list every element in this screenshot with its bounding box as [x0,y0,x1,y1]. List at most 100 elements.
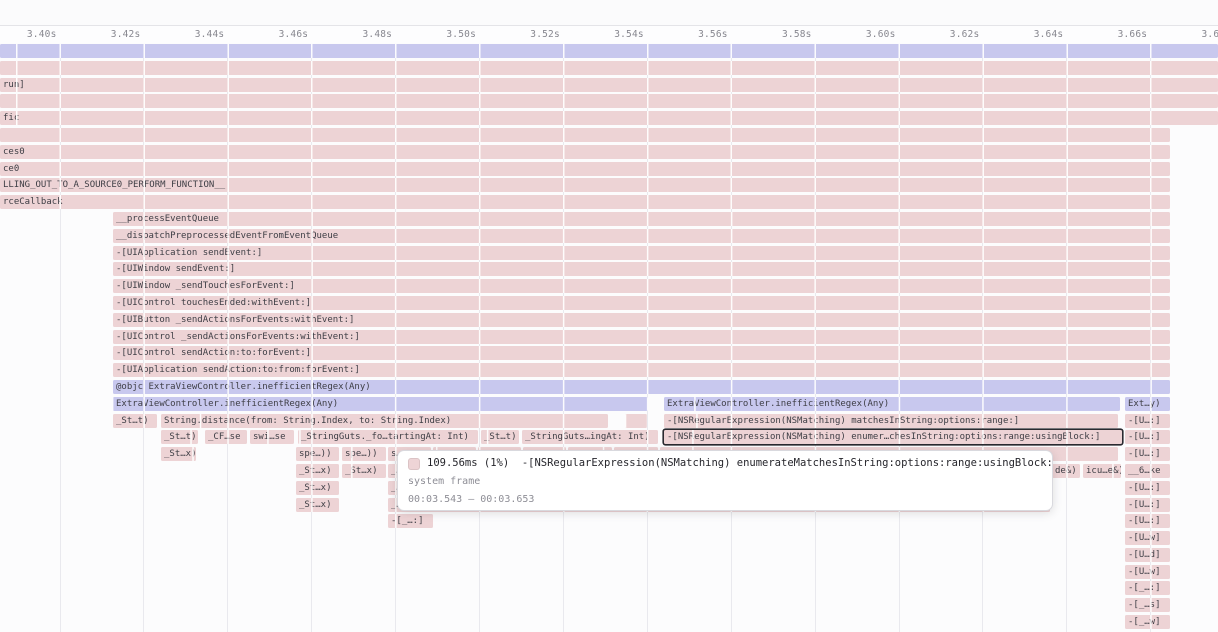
flame-cell[interactable]: -[UIWindow _sendTouchesForEvent:] [113,279,1170,293]
flame-cell-selected[interactable]: -[NSRegularExpression(NSMatching) enumer… [664,430,1122,444]
flame-cell-label: -[_…w] [1125,615,1170,629]
flame-cell[interactable]: _StringGuts…ingAt: Int) [522,430,658,444]
flame-cell-label: -[NSRegularExpression(NSMatching) enumer… [664,430,1122,444]
flame-cell-label: ExtraViewController.inefficientRegex(Any… [664,397,1120,411]
flame-cell[interactable]: -[U…:] [1125,498,1170,512]
flame-cell[interactable]: -[U…:] [1125,430,1170,444]
flame-cell[interactable]: -[UIControl touchesEnded:withEvent:] [113,296,1170,310]
flame-cell[interactable]: -[U…:] [1125,414,1170,428]
flame-cell[interactable]: _St…t) [481,430,519,444]
flame-cell-label: String.distance(from: String.Index, to: … [161,414,608,428]
flame-cell[interactable]: __6…ke [1125,464,1170,478]
flame-cell[interactable]: -[U…d] [1125,548,1170,562]
flame-cell[interactable]: _StringGuts._fo…tartingAt: Int) [298,430,478,444]
flame-cell-label: -[UIWindow sendEvent:] [113,262,1170,276]
flame-cell-label: -[_…:] [388,514,433,528]
flame-cell[interactable] [0,44,1218,58]
flame-cell-label: _St…x) [161,447,196,461]
flame-cell[interactable]: ExtraViewController.inefficientRegex(Any… [113,397,648,411]
flame-cell[interactable]: _St…x) [161,447,196,461]
flame-cell[interactable] [625,414,647,428]
flame-cell[interactable]: -[U…:] [1125,447,1170,461]
flame-cell[interactable]: ce0 [0,162,1170,176]
time-tick-label: 3.44s [164,29,224,41]
flame-cell-label: _St…x) [296,498,339,512]
flame-cell[interactable] [0,128,1170,142]
gridline-overlay [0,61,1218,75]
flame-cell[interactable]: de&) [1052,464,1080,478]
flame-cell[interactable] [0,94,1218,108]
color-swatch-icon [408,458,420,470]
flame-cell-label: spe…)) [342,447,386,461]
flame-cell[interactable]: -[UIControl _sendActionsForEvents:withEv… [113,330,1170,344]
flame-cell[interactable]: -[U…:] [1125,514,1170,528]
gridline-overlay [0,94,1218,108]
flame-cell[interactable]: run] [0,78,1218,92]
gridline-overlay [625,414,647,428]
flame-cell-label: -[U…:] [1125,430,1170,444]
time-tick-label: 3.62s [919,29,979,41]
time-tick-label: 3.68s [1171,29,1218,41]
flame-cell[interactable] [0,61,1218,75]
flame-cell-label: -[U…:] [1125,414,1170,428]
flame-cell-label: rceCallback [0,195,1170,209]
flame-cell[interactable]: -[UIWindow sendEvent:] [113,262,1170,276]
flame-cell[interactable]: swi…se [250,430,294,444]
flame-cell[interactable]: -[U…:] [1125,481,1170,495]
flame-cell[interactable]: -[_…:] [388,514,433,528]
flame-cell-label: -[NSRegularExpression(NSMatching) matche… [664,414,1118,428]
flame-cell[interactable]: -[U…w] [1125,565,1170,579]
flame-cell-label: -[UIControl touchesEnded:withEvent:] [113,296,1170,310]
flame-cell-label: _CF…se [205,430,247,444]
flame-cell-label: _St…t) [113,414,157,428]
flame-cell[interactable]: -[_…w] [1125,615,1170,629]
flame-cell[interactable]: -[UIApplication sendAction:to:from:forEv… [113,363,1170,377]
flame-cell[interactable]: LLING_OUT_TO_A_SOURCE0_PERFORM_FUNCTION_… [0,178,1170,192]
timeline-ruler[interactable]: 3.40s3.42s3.44s3.46s3.48s3.50s3.52s3.54s… [0,26,1218,43]
gridline-overlay [0,128,1170,142]
flame-cell[interactable]: spe…)) [342,447,386,461]
header-strip [0,0,1218,26]
tooltip-time-range: 00:03.543 — 00:03.653 [408,494,1042,506]
flame-cell-label: -[U…w] [1125,531,1170,545]
flame-cell[interactable]: ExtraViewController.inefficientRegex(Any… [664,397,1120,411]
flame-cell[interactable]: __dispatchPreprocessedEventFromEventQueu… [113,229,1170,243]
flame-cell[interactable]: _St…t) [161,430,198,444]
flame-cell[interactable]: icu…e&) [1083,464,1121,478]
flame-cell[interactable]: -[U…w] [1125,531,1170,545]
tooltip-header: 109.56ms (1%) -[NSRegularExpression(NSMa… [408,457,1042,470]
flame-cell[interactable]: _CF…se [205,430,247,444]
flame-cell-label: _StringGuts…ingAt: Int) [522,430,658,444]
flame-cell[interactable]: -[NSRegularExpression(NSMatching) matche… [664,414,1118,428]
flame-cell[interactable]: _St…x) [296,481,339,495]
flame-cell[interactable]: -[UIControl sendAction:to:forEvent:] [113,346,1170,360]
flame-cell-label: -[UIControl sendAction:to:forEvent:] [113,346,1170,360]
flame-cell-label: -[_…s] [1125,598,1170,612]
flame-cell[interactable]: @objc ExtraViewController.inefficientReg… [113,380,1170,394]
flame-cell-label: Ext…y) [1125,397,1170,411]
time-tick-label: 3.46s [248,29,308,41]
flame-cell[interactable]: fic [0,111,1218,125]
flame-cell-label: ExtraViewController.inefficientRegex(Any… [113,397,648,411]
flame-cell-label: LLING_OUT_TO_A_SOURCE0_PERFORM_FUNCTION_… [0,178,1170,192]
flame-cell[interactable]: -[_…s] [1125,598,1170,612]
flame-cell[interactable]: -[UIButton _sendActionsForEvents:withEve… [113,313,1170,327]
flame-cell[interactable]: -[UIApplication sendEvent:] [113,246,1170,260]
flame-cell[interactable]: _St…t) [113,414,157,428]
flame-cell[interactable]: spe…)) [296,447,339,461]
flame-cell-label: -[U…:] [1125,447,1170,461]
flame-cell[interactable]: -[_…:] [1125,581,1170,595]
flame-cell[interactable]: __processEventQueue [113,212,1170,226]
time-tick-label: 3.56s [668,29,728,41]
flame-cell[interactable]: Ext…y) [1125,397,1170,411]
flame-cell-label: de&) [1052,464,1080,478]
tooltip-title: 109.56ms (1%) -[NSRegularExpression(NSMa… [427,457,1053,470]
flame-cell-label: spe…)) [296,447,339,461]
flame-cell[interactable]: _St…x) [296,498,339,512]
flame-cell[interactable]: _St…x) [342,464,386,478]
flame-cell[interactable]: String.distance(from: String.Index, to: … [161,414,608,428]
flame-cell[interactable]: _St…x) [296,464,339,478]
time-tick-label: 3.52s [500,29,560,41]
flame-cell[interactable]: ces0 [0,145,1170,159]
flame-cell[interactable]: rceCallback [0,195,1170,209]
